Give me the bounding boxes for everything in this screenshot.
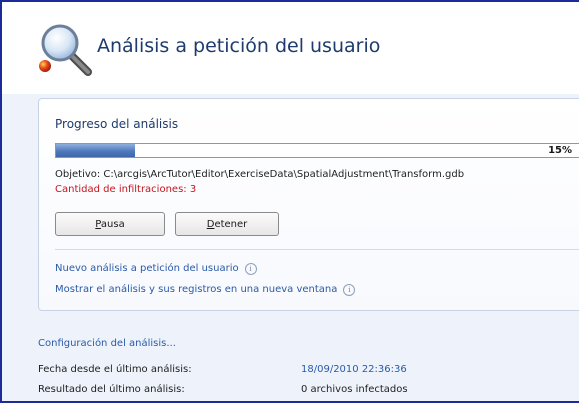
progress-fill [56, 144, 135, 157]
info-icon[interactable]: i [244, 263, 257, 275]
panel-title: Progreso del análisis [55, 117, 179, 131]
progress-percent-label: 15% [548, 145, 572, 156]
last-scan-result-value: 0 archivos infectados [301, 384, 408, 395]
infiltration-count-text: Cantidad de infiltraciones: 3 [55, 184, 197, 195]
scan-target-text: Objetivo: C:\arcgis\ArcTutor\Editor\Exer… [55, 169, 465, 180]
show-in-new-window-link[interactable]: Mostrar el análisis y sus registros en u… [55, 284, 356, 296]
info-icon[interactable]: i [343, 284, 356, 296]
show-in-new-window-link-label[interactable]: Mostrar el análisis y sus registros en u… [55, 284, 337, 295]
new-scan-link-label[interactable]: Nuevo análisis a petición del usuario [55, 263, 239, 274]
stop-button[interactable]: Detener [175, 212, 279, 236]
last-scan-date-value: 18/09/2010 22:36:36 [301, 364, 407, 375]
scan-progress-panel: Progreso del análisis 15% Objetivo: C:\a… [38, 98, 579, 311]
scan-settings-link[interactable]: Configuración del análisis... [38, 338, 176, 349]
page-title: Análisis a petición del usuario [97, 35, 381, 57]
last-scan-result-label: Resultado del último análisis: [38, 384, 185, 395]
new-scan-link[interactable]: Nuevo análisis a petición del usuario i [55, 263, 257, 275]
magnifier-icon [39, 24, 92, 76]
pause-label: ausa [100, 219, 125, 230]
pause-button[interactable]: Pausa [55, 212, 165, 236]
last-scan-date-label: Fecha desde el último análisis: [38, 364, 192, 375]
divider [55, 249, 579, 250]
stop-label: etener [214, 219, 248, 230]
scan-progress-bar: 15% [55, 143, 579, 158]
